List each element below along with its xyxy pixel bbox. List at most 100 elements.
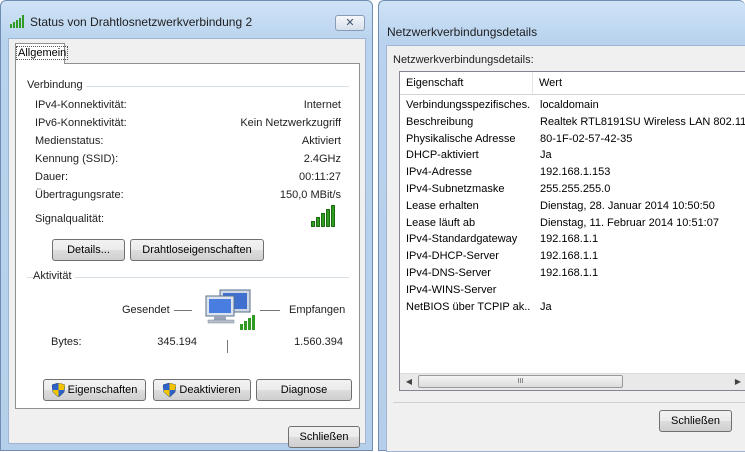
activity-group-label: Aktivität: [33, 270, 75, 282]
scroll-thumb[interactable]: III: [418, 375, 623, 388]
list-item[interactable]: Beschreibung Realtek RTL8191SU Wireless L…: [400, 114, 745, 130]
details-window: Netzwerkverbindungsdetails Netzwerkverbi…: [378, 0, 745, 452]
status-close-button[interactable]: Schließen: [288, 426, 360, 448]
disable-button[interactable]: Deaktivieren: [153, 379, 251, 401]
list-item[interactable]: IPv4-WINS-Server: [400, 282, 745, 298]
properties-button-label: Eigenschaften: [67, 384, 138, 396]
list-item[interactable]: IPv4-DNS-Server 192.168.1.1: [400, 265, 745, 281]
properties-button[interactable]: Eigenschaften: [43, 379, 146, 401]
list-item-value: 192.168.1.1: [540, 233, 599, 246]
uac-shield-icon: [163, 383, 177, 397]
sent-label: Gesendet: [122, 304, 170, 316]
horizontal-scrollbar[interactable]: ◀ III ▶: [400, 373, 745, 390]
list-item-property: Verbindungsspezifisches...: [406, 99, 531, 111]
list-item[interactable]: DHCP-aktiviert Ja: [400, 147, 745, 163]
list-item-property: DHCP-aktiviert: [406, 149, 479, 162]
list-item[interactable]: Physikalische Adresse 80-1F-02-57-42-35: [400, 131, 745, 147]
list-item-value: 80-1F-02-57-42-35: [540, 132, 633, 145]
received-label: Empfangen: [289, 304, 346, 316]
list-header: Eigenschaft Wert: [400, 72, 745, 95]
list-item[interactable]: IPv4-Subnetzmaske 255.255.255.0: [400, 181, 745, 197]
ipv4-connectivity-label: IPv4-Konnektivität:: [35, 99, 127, 111]
wireless-properties-button[interactable]: Drahtloseigenschaften: [130, 239, 264, 261]
network-computer-icon: [205, 289, 255, 330]
list-item-property: IPv4-WINS-Server: [406, 283, 497, 296]
ssid-value: 2.4GHz: [303, 153, 341, 165]
scroll-right-icon[interactable]: ▶: [730, 375, 745, 389]
duration-value: 00:11:27: [298, 171, 341, 183]
list-item-property: Beschreibung: [406, 115, 474, 128]
list-item-property: Lease läuft ab: [406, 216, 476, 229]
details-client-area: Netzwerkverbindungsdetails: Eigenschaft …: [386, 45, 745, 452]
list-item-value: 192.168.1.1: [540, 250, 599, 263]
signal-bar: [321, 213, 325, 227]
list-item-property: IPv4-Adresse: [406, 166, 473, 179]
transfer-rate-label: Übertragungsrate:: [35, 189, 124, 201]
list-item-property: IPv4-DHCP-Server: [406, 250, 499, 263]
list-item[interactable]: IPv4-Standardgateway 192.168.1.1: [400, 231, 745, 247]
list-item-value: Realtek RTL8191SU Wireless LAN 802.11: [540, 115, 745, 128]
status-titlebar[interactable]: Status von Drahtlosnetzwerkverbindung 2 …: [1, 1, 372, 31]
tab-allgemein[interactable]: Allgemein: [15, 43, 69, 64]
details-list-view[interactable]: Eigenschaft Wert Verbindungsspezifisches…: [399, 71, 745, 391]
list-item-value: Dienstag, 11. Februar 2014 10:51:07: [540, 216, 719, 229]
details-divider: [393, 402, 745, 403]
list-item[interactable]: IPv4-Adresse 192.168.1.153: [400, 164, 745, 180]
bytes-sent-value: 345.194: [157, 336, 197, 348]
signal-bar: [311, 221, 315, 227]
list-item[interactable]: Verbindungsspezifisches... localdomain: [400, 97, 745, 113]
status-window-title: Status von Drahtlosnetzwerkverbindung 2: [30, 15, 253, 29]
tab-page-general: Verbindung IPv4-Konnektivität: Internet …: [15, 63, 360, 409]
details-button[interactable]: Details...: [52, 239, 125, 261]
ssid-label: Kennung (SSID):: [35, 153, 119, 165]
status-close-icon[interactable]: ✕: [335, 15, 365, 31]
list-item-value: 192.168.1.1: [540, 267, 599, 279]
scroll-left-icon[interactable]: ◀: [401, 375, 417, 389]
status-window: Status von Drahtlosnetzwerkverbindung 2 …: [0, 0, 373, 451]
ipv6-connectivity-label: IPv6-Konnektivität:: [35, 117, 127, 129]
duration-label: Dauer:: [35, 171, 69, 183]
column-header-value[interactable]: Wert: [533, 72, 745, 94]
received-connector-line: [260, 310, 280, 311]
ipv4-connectivity-value: Internet: [303, 99, 341, 111]
list-item[interactable]: Lease läuft ab Dienstag, 11. Februar 2014…: [400, 215, 745, 231]
bytes-divider: [227, 340, 228, 353]
signal-strength-icon: [311, 205, 335, 227]
diagnose-button[interactable]: Diagnose: [256, 379, 352, 401]
list-item-property: IPv4-Standardgateway: [406, 233, 518, 246]
connection-group-label: Verbindung: [27, 79, 86, 91]
activity-group-divider: [27, 277, 349, 278]
list-item-value: 255.255.255.0: [540, 183, 611, 195]
signal-bar: [326, 209, 330, 227]
list-item-value: 192.168.1.153: [540, 166, 611, 179]
signal-bars-icon: [10, 15, 24, 28]
sent-connector-line: [174, 310, 192, 311]
list-item[interactable]: IPv4-DHCP-Server 192.168.1.1: [400, 248, 745, 264]
column-header-property[interactable]: Eigenschaft: [400, 72, 533, 94]
tab-allgemein-label: Allgemein: [16, 46, 69, 60]
uac-shield-icon: [51, 383, 65, 397]
details-titlebar[interactable]: Netzwerkverbindungsdetails: [379, 1, 745, 39]
details-window-title: Netzwerkverbindungsdetails: [387, 25, 538, 39]
details-caption: Netzwerkverbindungsdetails:: [393, 54, 534, 66]
list-item-property: IPv4-Subnetzmaske: [406, 183, 505, 195]
ipv6-connectivity-value: Kein Netzwerkzugriff: [240, 117, 341, 129]
list-item-property: NetBIOS über TCPIP ak...: [406, 300, 531, 313]
signal-quality-label: Signalqualität:: [35, 213, 105, 225]
list-item-property: Physikalische Adresse: [406, 132, 516, 145]
list-item[interactable]: NetBIOS über TCPIP ak... Ja: [400, 299, 745, 315]
list-item-value: Dienstag, 28. Januar 2014 10:50:50: [540, 199, 715, 212]
list-item[interactable]: Lease erhalten Dienstag, 28. Januar 2014 …: [400, 198, 745, 214]
transfer-rate-value: 150,0 MBit/s: [279, 189, 341, 201]
media-status-label: Medienstatus:: [35, 135, 104, 147]
list-item-property: IPv4-DNS-Server: [406, 267, 491, 279]
list-item-value: localdomain: [540, 99, 599, 111]
list-item-value: Ja: [540, 149, 552, 162]
list-item-property: Lease erhalten: [406, 199, 479, 212]
bytes-received-value: 1.560.394: [294, 336, 343, 348]
details-close-button[interactable]: Schließen: [659, 410, 732, 432]
list-item-value: Ja: [540, 300, 552, 313]
media-status-value: Aktiviert: [301, 135, 341, 147]
status-client-area: Allgemein Verbindung IPv4-Konnektivität:…: [8, 38, 366, 448]
signal-bar: [331, 205, 335, 227]
